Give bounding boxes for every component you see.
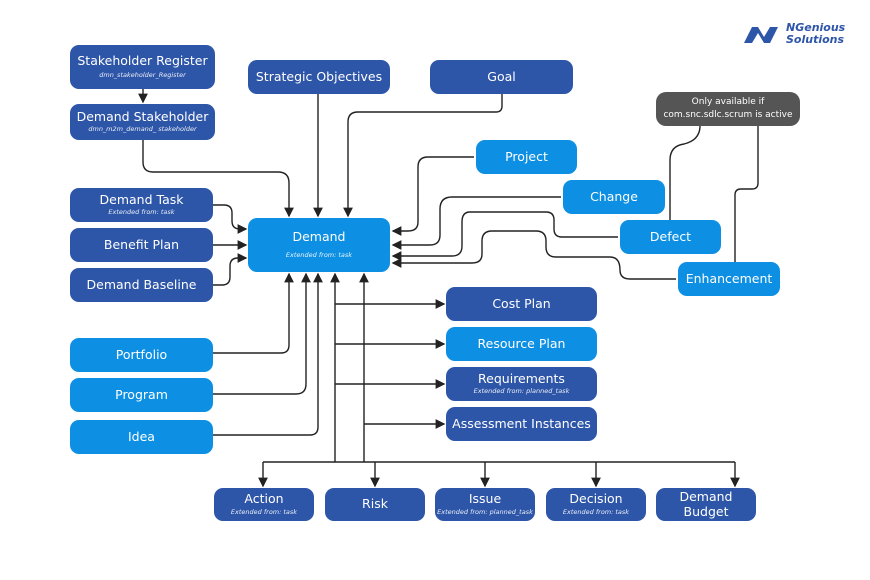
node-idea[interactable]: Idea [70,420,213,454]
edge-defect-note [669,125,701,220]
node-title: Demand Baseline [86,276,197,292]
node-stakeholder-register[interactable]: Stakeholder Register dmn_stakeholder_Regi… [70,45,215,89]
node-title: Enhancement [685,270,773,286]
node-title: Idea [128,428,155,444]
node-risk[interactable]: Risk [325,488,425,521]
note-text: Only available if com.snc.sdlc.scrum is … [663,97,793,120]
node-title: Defect [649,228,692,244]
node-demand[interactable]: Demand Extended from: task [248,218,390,272]
node-title: Demand [292,229,346,245]
edge-idea-demand [213,272,323,436]
node-demand-task[interactable]: Demand Task Extended from: task [70,188,213,222]
diagram-canvas: NGenious Solutions Only available if com.… [0,0,870,580]
node-strategic-objectives[interactable]: Strategic Objectives [248,60,390,94]
node-project[interactable]: Project [476,140,577,174]
node-issue[interactable]: Issue Extended from: planned_task [435,488,535,521]
node-action[interactable]: Action Extended from: task [214,488,314,521]
edge-portfolio-demand [213,272,294,354]
node-assessment-instances[interactable]: Assessment Instances [446,407,597,441]
scrum-note: Only available if com.snc.sdlc.scrum is … [656,92,800,126]
node-demand-baseline[interactable]: Demand Baseline [70,268,213,302]
node-enhancement[interactable]: Enhancement [678,262,780,296]
node-change[interactable]: Change [563,180,665,214]
edge-baseline-demand [213,253,248,286]
node-sub: Extended from: planned_task [437,508,533,517]
node-sub: dmn_stakeholder_Register [99,71,186,80]
edge-program-demand [213,272,311,395]
node-title: Benefit Plan [103,236,180,252]
node-sub: Extended from: task [285,251,353,260]
node-title: Stakeholder Register [77,53,208,69]
node-demand-budget[interactable]: Demand Budget [656,488,756,521]
logo-mark-icon [744,26,778,43]
node-cost-plan[interactable]: Cost Plan [446,287,597,321]
node-sub: Extended from: task [562,508,630,517]
node-title: Action [244,491,284,507]
node-program[interactable]: Program [70,378,213,412]
node-title: Issue [468,491,502,507]
node-sub: Extended from: task [230,508,298,517]
node-resource-plan[interactable]: Resource Plan [446,327,597,361]
node-title: Decision [569,491,623,507]
node-title: Demand Budget [679,489,733,519]
node-sub: Extended from: task [108,208,175,217]
node-title: Requirements [478,371,565,387]
edge-enhancement-note [734,126,759,262]
node-sub: dmn_m2m_demand_ stakeholder [88,125,197,134]
node-decision[interactable]: Decision Extended from: task [546,488,646,521]
node-title: Program [115,386,168,402]
node-defect[interactable]: Defect [620,220,721,254]
node-requirements[interactable]: Requirements Extended from: planned_task [446,367,597,401]
node-sub: Extended from: planned_task [473,387,570,396]
node-demand-stakeholder[interactable]: Demand Stakeholder dmn_m2m_demand_ stakeh… [70,104,215,140]
edge-task-demand [213,204,248,234]
node-title: Portfolio [115,346,168,362]
ngenious-logo: NGenious Solutions [742,22,845,45]
node-title: Goal [487,68,516,84]
node-benefit-plan[interactable]: Benefit Plan [70,228,213,262]
logo-text-2: Solutions [786,32,845,46]
node-title: Demand Task [99,192,184,208]
logo-text-1: NGenious [786,21,846,34]
node-title: Project [505,148,548,164]
node-title: Assessment Instances [452,415,591,431]
edge-defect-demand [391,211,618,261]
node-title: Demand Stakeholder [76,109,209,125]
node-goal[interactable]: Goal [430,60,573,94]
node-title: Strategic Objectives [255,68,383,84]
node-title: Risk [362,496,388,512]
node-portfolio[interactable]: Portfolio [70,338,213,372]
node-title: Change [590,188,638,204]
node-title: Cost Plan [492,295,551,311]
node-title: Resource Plan [477,335,566,351]
